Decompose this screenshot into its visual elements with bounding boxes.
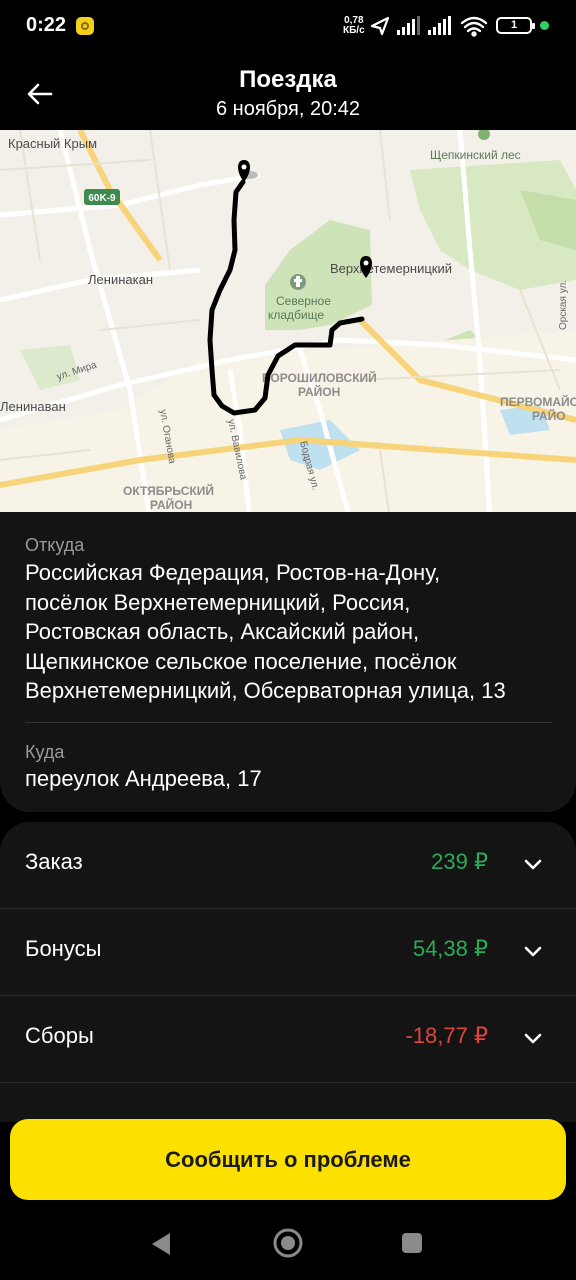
chevron-down-icon[interactable] bbox=[520, 1026, 546, 1050]
nav-recents-icon[interactable] bbox=[402, 1233, 422, 1253]
payment-row-bonuses[interactable]: Бонусы 54,38 ₽ bbox=[0, 909, 576, 996]
status-bar: 0:22 0,78 КБ/с 1 bbox=[0, 0, 576, 54]
map-label: Красный Крым bbox=[8, 136, 97, 151]
to-label: Куда bbox=[25, 742, 65, 762]
charging-dot-icon bbox=[540, 21, 549, 30]
map-label: Северное bbox=[276, 294, 331, 308]
route-map[interactable]: Красный Крым Ленинакан Верхнетемерницкий… bbox=[0, 130, 576, 520]
map-label: Орская ул. bbox=[558, 280, 569, 330]
location-arrow-icon bbox=[370, 16, 390, 36]
trip-datetime: 6 ноября, 20:42 bbox=[215, 98, 361, 120]
signal-icon bbox=[397, 16, 420, 35]
chevron-down-icon[interactable] bbox=[520, 939, 546, 963]
map-canvas: Красный Крым Ленинакан Верхнетемерницкий… bbox=[0, 130, 576, 520]
payment-breakdown: Заказ 239 ₽ Бонусы 54,38 ₽ Сборы -18,77 … bbox=[0, 822, 576, 1122]
to-address: переулок Андреева, 17 bbox=[25, 766, 262, 791]
payment-row-value: -18,77 ₽ bbox=[405, 1023, 489, 1048]
network-speed: 0,78 КБ/с bbox=[343, 16, 365, 36]
map-label: ОКТЯБРЬСКИЙ bbox=[123, 483, 214, 498]
from-address-line: Российская Федерация, Ростов-на-Дону, bbox=[25, 560, 441, 585]
map-label: РАЙОН bbox=[150, 497, 192, 512]
payment-row-value: 54,38 ₽ bbox=[412, 936, 488, 961]
status-time: 0:22 bbox=[26, 14, 67, 36]
battery-icon: 1 bbox=[496, 17, 535, 34]
from-address-line: Верхнетемерницкий, Обсерваторная улица, … bbox=[25, 678, 506, 703]
map-label: РАЙОН bbox=[298, 384, 340, 399]
map-label: Ленинаван bbox=[0, 399, 66, 414]
map-label: Ленинакан bbox=[88, 272, 153, 287]
payment-row-label: Заказ bbox=[25, 849, 83, 874]
map-label: Щепкинский лес bbox=[430, 148, 521, 162]
wifi-icon bbox=[460, 16, 488, 37]
payment-row-label: Сборы bbox=[25, 1023, 94, 1048]
map-label: РАЙО bbox=[532, 408, 566, 423]
divider bbox=[25, 722, 552, 723]
map-label: Верхнетемерницкий bbox=[330, 261, 452, 276]
from-address: Российская Федерация, Ростов-на-Дону, по… bbox=[25, 558, 565, 706]
svg-text:60K-9: 60K-9 bbox=[88, 193, 116, 204]
from-address-line: Ростовская область, Аксайский район, bbox=[25, 619, 420, 644]
payment-row-label: Бонусы bbox=[25, 936, 102, 961]
status-icons bbox=[370, 16, 488, 37]
nav-back-icon[interactable] bbox=[152, 1233, 170, 1255]
from-address-line: Щепкинское сельское поселение, посёлок bbox=[25, 648, 457, 674]
page-title: Поездка bbox=[239, 66, 337, 93]
from-address-line: посёлок Верхнетемерницкий, Россия, bbox=[25, 589, 411, 615]
signal-icon bbox=[428, 16, 451, 35]
header: Поездка 6 ноября, 20:42 bbox=[0, 54, 576, 130]
app-notification-icon bbox=[76, 17, 94, 35]
road-shield: 60K-9 bbox=[84, 189, 120, 205]
map-label: кладбище bbox=[268, 308, 324, 322]
cemetery-icon bbox=[290, 274, 306, 290]
report-problem-button[interactable]: Сообщить о проблеме bbox=[10, 1119, 566, 1200]
payment-row-order[interactable]: Заказ 239 ₽ bbox=[0, 822, 576, 909]
from-label: Откуда bbox=[25, 535, 85, 555]
nav-home-icon[interactable] bbox=[273, 1228, 303, 1258]
trip-addresses: Откуда Российская Федерация, Ростов-на-Д… bbox=[0, 512, 576, 812]
map-label: ПЕРВОМАЙС bbox=[500, 394, 576, 409]
network-speed-unit: КБ/с bbox=[343, 25, 365, 36]
payment-row-value: 239 ₽ bbox=[431, 849, 488, 874]
map-label: ВОРОШИЛОВСКИЙ bbox=[262, 370, 377, 385]
system-nav-bar bbox=[152, 1228, 422, 1258]
chevron-down-icon[interactable] bbox=[520, 852, 546, 876]
payment-row-fees[interactable]: Сборы -18,77 ₽ bbox=[0, 996, 576, 1083]
